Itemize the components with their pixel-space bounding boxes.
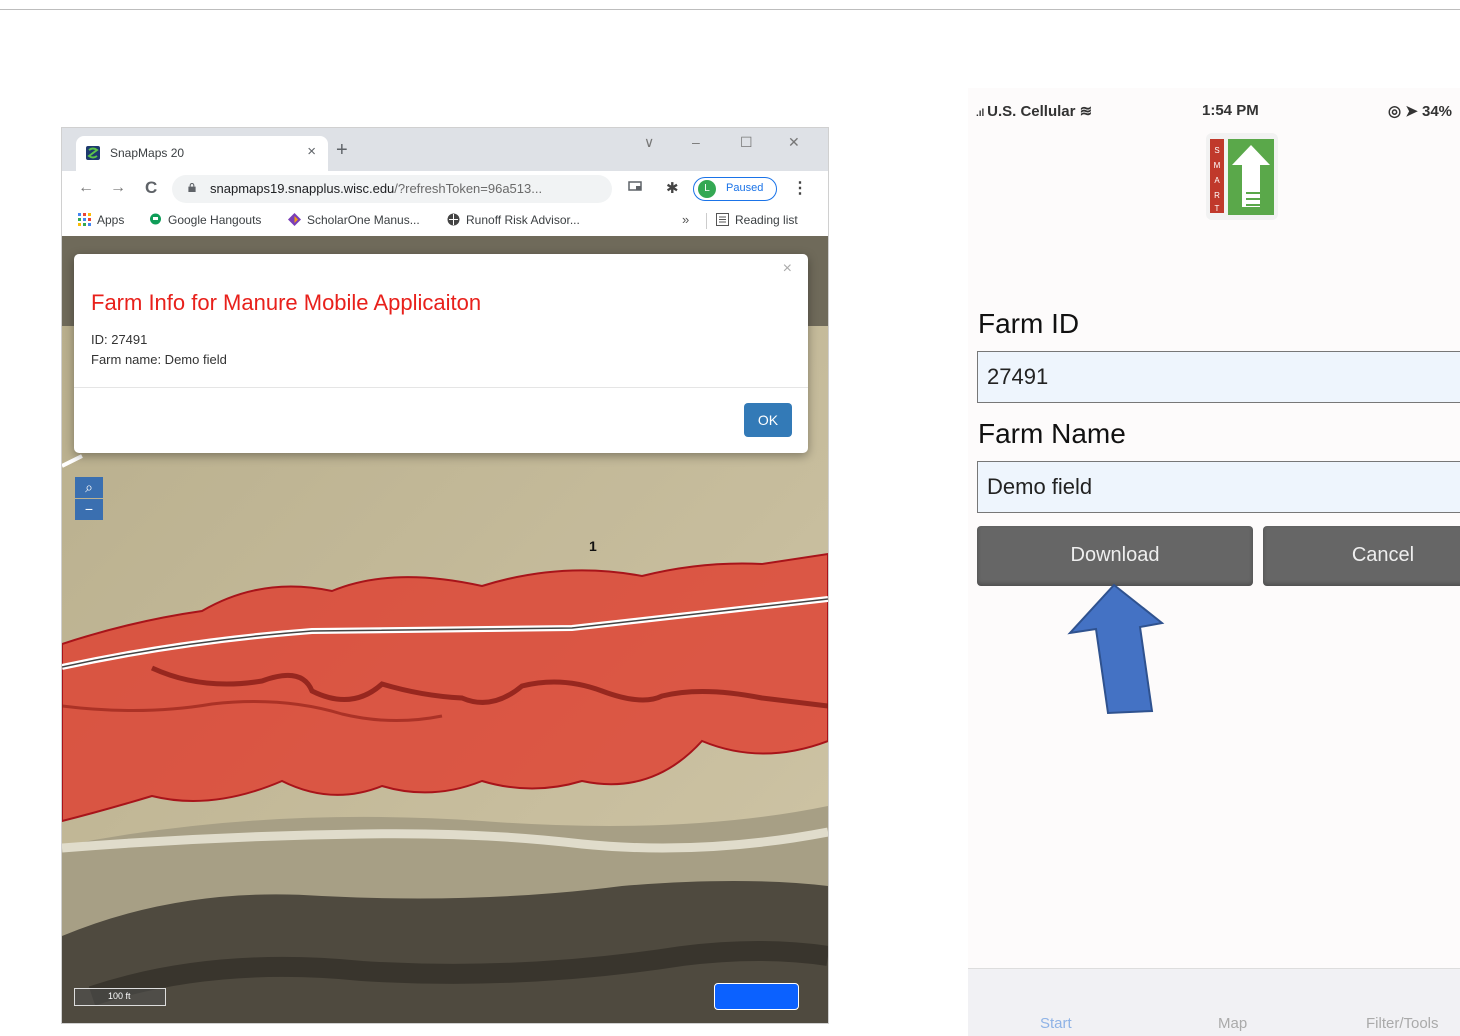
back-button[interactable]: ← [78, 179, 94, 197]
hangouts-icon [150, 213, 161, 225]
url-host: snapmaps19.snapplus.wisc.edu [210, 181, 395, 196]
browser-menu-icon[interactable]: ⋮ [792, 178, 808, 198]
globe-icon [447, 213, 460, 226]
carrier-text: U.S. Cellular [987, 103, 1076, 120]
status-battery: ◎ ➤ 34% [1388, 102, 1452, 120]
status-carrier: .ıl U.S. Cellular ≋ [976, 102, 1092, 120]
farm-name-text: Farm name: Demo field [91, 352, 227, 367]
download-label: Download [1070, 544, 1160, 566]
logo-letters: S [1214, 146, 1219, 155]
more-bookmarks-button[interactable]: » [682, 212, 689, 227]
farm-id-label: Farm ID [978, 308, 1080, 339]
farm-name-value: Demo field [987, 474, 1093, 499]
reading-list-label: Reading list [735, 213, 798, 227]
avatar: L [698, 180, 716, 198]
bookmarks-bar: Apps Google Hangouts ScholarOne Manus...… [62, 205, 828, 237]
bookmark-label: Runoff Risk Advisor... [466, 213, 580, 227]
scale-label: 100 ft [108, 991, 131, 1001]
battery-text: 34% [1422, 103, 1453, 120]
wifi-icon: ≋ [1079, 103, 1093, 120]
tab-map[interactable]: Map [1218, 1015, 1247, 1032]
address-bar[interactable]: snapmaps19.snapplus.wisc.edu/?refreshTok… [172, 175, 715, 203]
tab-snapmaps[interactable]: SnapMaps 20 × [76, 136, 328, 171]
bookmark-scholarone[interactable]: ScholarOne Manus... [288, 213, 420, 227]
snapmaps-favicon-icon [86, 146, 100, 160]
field-number-label: 1 [589, 538, 597, 554]
map-action-button[interactable] [714, 983, 799, 1010]
bookmark-google-hangouts[interactable]: Google Hangouts [149, 213, 261, 227]
status-time: 1:54 PM [1202, 102, 1259, 119]
close-window-button[interactable]: ✕ [788, 134, 800, 151]
browser-window: SnapMaps 20 × + ∨ – ☐ ✕ ← → C snapmaps19… [61, 127, 829, 1024]
maximize-button[interactable]: ☐ [740, 134, 753, 151]
bookmark-apps[interactable]: Apps [78, 213, 124, 227]
dialog-close-icon[interactable]: × [783, 260, 792, 278]
svg-text:T: T [1215, 204, 1220, 213]
extensions-icon[interactable]: ✱ [666, 179, 679, 197]
browser-toolbar: ← → C snapmaps19.snapplus.wisc.edu/?refr… [62, 171, 828, 205]
bookmark-runoff-risk[interactable]: Runoff Risk Advisor... [447, 213, 580, 227]
up-arrow-icon [1067, 583, 1165, 715]
tab-start[interactable]: Start [1040, 1015, 1072, 1032]
svg-text:M: M [1214, 161, 1221, 170]
smart-app-logo: S M A R T [1206, 133, 1278, 220]
bookmark-label: Google Hangouts [168, 213, 262, 227]
bookmark-label: ScholarOne Manus... [307, 213, 420, 227]
cancel-button[interactable]: Cancel [1263, 526, 1460, 586]
minimize-button[interactable]: – [692, 134, 700, 150]
dialog-title: Farm Info for Manure Mobile Applicaiton [91, 290, 482, 315]
svg-text:R: R [1214, 191, 1220, 200]
farm-id-text: ID: 27491 [91, 332, 148, 347]
bookmark-label: Apps [97, 213, 125, 227]
scale-bar: 100 ft [74, 988, 166, 1006]
top-divider [0, 9, 1460, 10]
location-icon: ◎ ➤ [1388, 103, 1422, 120]
dialog-divider [74, 387, 808, 388]
apps-grid-icon [78, 213, 91, 226]
profile-status: Paused [726, 182, 764, 194]
farm-name-field[interactable]: Demo field [977, 461, 1460, 513]
map-view[interactable]: × Farm Info for Manure Mobile Applicaito… [62, 236, 828, 1023]
zoom-in-button[interactable]: ⌕ [75, 477, 103, 498]
phone-screen: .ıl U.S. Cellular ≋ 1:54 PM ◎ ➤ 34% S M … [968, 88, 1460, 1036]
svg-text:A: A [1214, 176, 1220, 185]
download-button[interactable]: Download [977, 526, 1253, 586]
zoom-control: ⌕ − [75, 477, 103, 520]
farm-name-label: Farm Name [978, 418, 1126, 449]
reading-list-button[interactable]: Reading list [716, 213, 798, 227]
scholarone-icon [288, 213, 301, 226]
lock-icon [188, 183, 196, 192]
phone-tab-bar: Start Map Filter/Tools [968, 968, 1460, 1036]
tab-search-icon[interactable]: ∨ [644, 134, 654, 151]
forward-button[interactable]: → [110, 179, 126, 197]
url-text: snapmaps19.snapplus.wisc.edu/?refreshTok… [210, 181, 542, 196]
reload-button[interactable]: C [145, 178, 157, 198]
tab-title: SnapMaps 20 [110, 146, 185, 160]
profile-button[interactable]: L Paused [693, 177, 777, 201]
cancel-label: Cancel [1351, 544, 1415, 566]
tab-filter-tools[interactable]: Filter/Tools [1366, 1015, 1439, 1032]
zoom-out-button[interactable]: − [75, 499, 103, 520]
cast-icon[interactable] [628, 181, 642, 191]
farm-info-dialog: × Farm Info for Manure Mobile Applicaito… [74, 254, 808, 453]
tab-strip: SnapMaps 20 × + ∨ – ☐ ✕ [62, 128, 828, 171]
farm-id-field[interactable]: 27491 [977, 351, 1460, 403]
ok-button[interactable]: OK [744, 403, 792, 437]
farm-id-value: 27491 [987, 364, 1049, 389]
bookmark-separator [706, 213, 707, 229]
new-tab-button[interactable]: + [336, 140, 348, 160]
signal-icon: .ıl [976, 108, 988, 119]
url-path: /?refreshToken=96a513... [394, 181, 543, 196]
tab-close-icon[interactable]: × [307, 143, 316, 160]
reading-list-icon [716, 213, 729, 226]
